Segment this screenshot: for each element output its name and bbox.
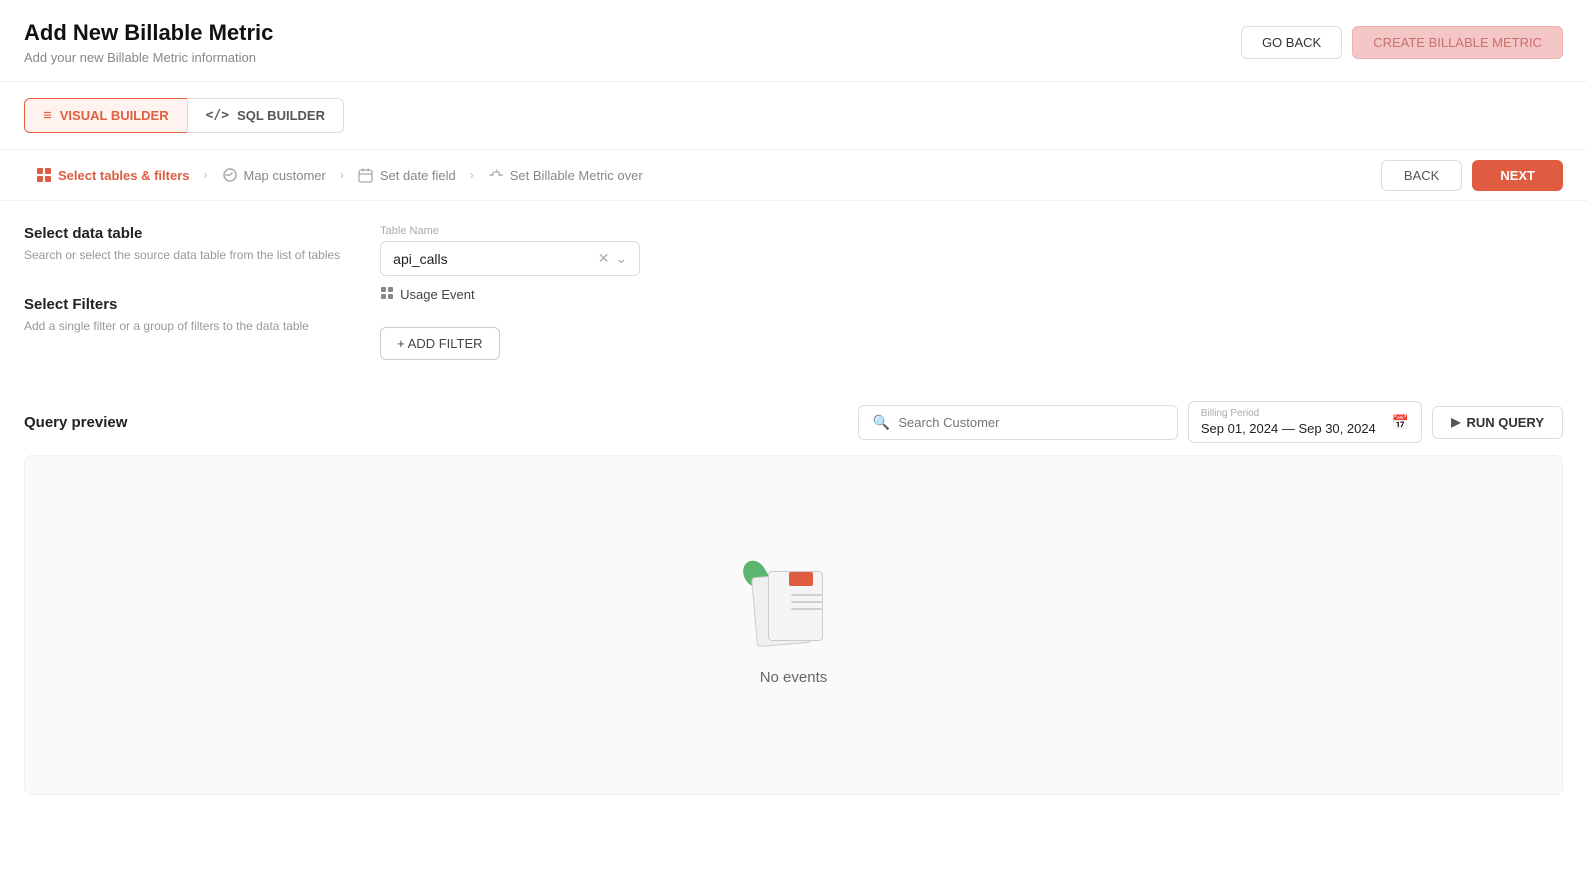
query-preview-title: Query preview (24, 414, 127, 431)
no-events-illustration (754, 565, 834, 655)
tab-sql-builder[interactable]: </> SQL BUILDER (187, 98, 344, 133)
step-arrow-2: › (340, 168, 344, 182)
tab-visual-builder[interactable]: ≡ VISUAL BUILDER (24, 98, 187, 133)
page-title: Add New Billable Metric (24, 20, 273, 46)
step-arrow-1: › (204, 168, 208, 182)
step-date-field[interactable]: Set date field (346, 153, 468, 197)
next-step-button[interactable]: NEXT (1472, 160, 1563, 191)
usage-event-badge: Usage Event (380, 286, 1563, 303)
builder-tabs: ≡ VISUAL BUILDER </> SQL BUILDER (0, 82, 1587, 149)
clear-icon[interactable]: ✕ (598, 250, 610, 267)
filters-block: + ADD FILTER (380, 327, 1563, 360)
steps-left: Select tables & filters › Map customer › (24, 153, 655, 197)
go-back-button[interactable]: GO BACK (1241, 26, 1342, 59)
billing-period-picker[interactable]: Billing Period Sep 01, 2024 — Sep 30, 20… (1188, 401, 1422, 443)
table-name-block: Table Name api_calls ✕ ⌄ Usage Ev (380, 225, 1563, 303)
select-filters-desc: Add a single filter or a group of filter… (24, 317, 340, 335)
page-header: Add New Billable Metric Add your new Bil… (0, 0, 1587, 82)
billing-period-block: Billing Period Sep 01, 2024 — Sep 30, 20… (1201, 408, 1376, 436)
query-preview-section: Query preview 🔍 Billing Period Sep 01, 2… (0, 401, 1587, 819)
visual-builder-label: VISUAL BUILDER (60, 108, 169, 123)
metric-icon (488, 167, 504, 183)
step-customer-label: Map customer (244, 168, 326, 183)
search-icon: 🔍 (873, 414, 890, 431)
map-icon (222, 167, 238, 183)
grid-small-icon (380, 286, 394, 303)
query-preview-header: Query preview 🔍 Billing Period Sep 01, 2… (24, 401, 1563, 443)
calendar-picker-icon: 📅 (1392, 414, 1409, 431)
left-labels: Select data table Search or select the s… (24, 225, 340, 377)
play-icon: ▶ (1451, 415, 1460, 429)
select-data-table-desc: Search or select the source data table f… (24, 246, 340, 264)
sql-builder-label: SQL BUILDER (237, 108, 325, 123)
step-arrow-3: › (470, 168, 474, 182)
code-icon: </> (206, 108, 229, 123)
steps-right: BACK NEXT (1381, 160, 1563, 191)
run-query-button[interactable]: ▶ RUN QUERY (1432, 406, 1563, 439)
back-step-button[interactable]: BACK (1381, 160, 1462, 191)
paper-front (768, 571, 823, 641)
table-name-label: Table Name (380, 225, 1563, 237)
usage-event-label: Usage Event (400, 287, 474, 302)
page-subtitle: Add your new Billable Metric information (24, 50, 273, 65)
billing-period-label: Billing Period (1201, 408, 1376, 420)
step-date-label: Set date field (380, 168, 456, 183)
query-controls: 🔍 Billing Period Sep 01, 2024 — Sep 30, … (858, 401, 1563, 443)
grid-icon (36, 167, 52, 183)
paper-lines (791, 594, 823, 615)
paper-line-3 (791, 608, 823, 610)
calendar-icon (358, 167, 374, 183)
paper-clip (789, 572, 813, 586)
step-set-metric[interactable]: Set Billable Metric over (476, 153, 655, 197)
select-filters-title: Select Filters (24, 296, 340, 313)
query-result-area: No events (24, 455, 1563, 795)
table-select-icons: ✕ ⌄ (598, 250, 627, 267)
billing-period-value: Sep 01, 2024 — Sep 30, 2024 (1201, 421, 1376, 436)
step-tables-filters[interactable]: Select tables & filters (24, 153, 202, 197)
step-map-customer[interactable]: Map customer (210, 153, 338, 197)
main-content: Select data table Search or select the s… (0, 201, 1587, 401)
paper-line-1 (791, 594, 823, 596)
right-controls: Table Name api_calls ✕ ⌄ Usage Ev (380, 225, 1563, 377)
select-data-table-section: Select data table Search or select the s… (24, 225, 340, 264)
select-data-table-title: Select data table (24, 225, 340, 242)
step-metric-label: Set Billable Metric over (510, 168, 643, 183)
list-icon: ≡ (43, 107, 52, 124)
paper-line-2 (791, 601, 823, 603)
run-query-label: RUN QUERY (1466, 415, 1544, 430)
table-name-select[interactable]: api_calls ✕ ⌄ (380, 241, 640, 276)
create-billable-metric-button[interactable]: CREATE BILLABLE METRIC (1352, 26, 1563, 59)
select-filters-section: Select Filters Add a single filter or a … (24, 296, 340, 335)
table-name-value: api_calls (393, 251, 590, 267)
header-actions: GO BACK CREATE BILLABLE METRIC (1241, 26, 1563, 59)
step-tables-label: Select tables & filters (58, 168, 190, 183)
search-customer-container[interactable]: 🔍 (858, 405, 1178, 440)
add-filter-button[interactable]: + ADD FILTER (380, 327, 499, 360)
page-title-block: Add New Billable Metric Add your new Bil… (24, 20, 273, 65)
steps-bar: Select tables & filters › Map customer › (0, 149, 1587, 201)
chevron-down-icon[interactable]: ⌄ (615, 250, 627, 267)
no-events-text: No events (760, 669, 828, 686)
search-customer-input[interactable] (898, 415, 1163, 430)
